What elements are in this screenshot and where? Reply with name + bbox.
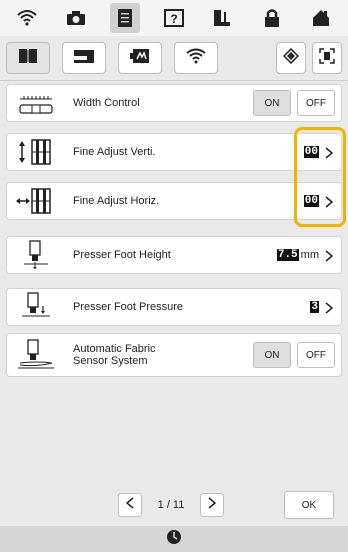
fine-adjust-vertical-icon (13, 137, 59, 167)
row-label: Width Control (73, 97, 140, 109)
width-control-icon (13, 88, 59, 118)
previous-page-button[interactable] (118, 493, 142, 517)
row-label: Presser Foot Pressure (73, 301, 184, 313)
header-divider (0, 80, 348, 81)
sewing-foot-icon[interactable] (208, 3, 238, 33)
row-automatic-fabric-sensor: Automatic Fabric Sensor System ON OFF (6, 333, 342, 377)
tab-sewing[interactable] (62, 42, 106, 74)
chevron-right-icon (208, 496, 217, 514)
width-control-on-button[interactable]: ON (253, 90, 291, 116)
subtabs-right-group (276, 42, 342, 74)
chevron-right-icon[interactable] (323, 248, 335, 264)
row-label: Presser Foot Height (73, 249, 171, 261)
row-fine-adjust-vertical[interactable]: Fine Adjust Verti. 00 (6, 133, 342, 171)
wifi-icon[interactable] (12, 3, 42, 33)
row-width-control: Width Control ON OFF (6, 84, 342, 122)
stitch-pattern-button[interactable] (276, 42, 306, 74)
next-page-button[interactable] (200, 493, 224, 517)
width-control-toggle: ON OFF (247, 90, 335, 116)
top-category-bar: ? (0, 0, 348, 36)
row-fine-adjust-horizontal[interactable]: Fine Adjust Horiz. 00 (6, 182, 342, 220)
tab-network[interactable] (174, 42, 218, 74)
fabric-sensor-icon (13, 339, 59, 370)
width-control-off-button[interactable]: OFF (297, 90, 335, 116)
sewing-machine-icon (73, 48, 95, 69)
wifi-icon (185, 48, 207, 69)
document-icon[interactable] (110, 3, 140, 33)
chevron-right-icon[interactable] (323, 300, 335, 316)
fine-adjust-horizontal-icon (13, 186, 59, 216)
help-icon[interactable]: ? (159, 3, 189, 33)
screen-capture-button[interactable] (312, 42, 342, 74)
page-indicator: 1 / 11 (157, 499, 185, 511)
presser-foot-pressure-value: 3 (310, 301, 319, 313)
highlight-frame (294, 127, 346, 227)
fabric-sensor-off-button[interactable]: OFF (297, 342, 335, 368)
chevron-left-icon (125, 496, 134, 514)
fabric-sensor-toggle: ON OFF (247, 342, 335, 368)
status-bar (0, 526, 348, 552)
fabric-sensor-on-button[interactable]: ON (253, 342, 291, 368)
presser-foot-height-value: 7.5 mm (276, 249, 319, 261)
sewing-clock-icon[interactable] (166, 529, 182, 550)
frame-icon (319, 47, 335, 69)
settings-screen: ? Width Control ON OFF Fine Adjust Verti… (0, 0, 348, 552)
tab-embroidery[interactable] (118, 42, 162, 74)
row-label: Fine Adjust Verti. (73, 146, 156, 158)
svg-text:?: ? (170, 12, 177, 26)
row-presser-foot-pressure[interactable]: Presser Foot Pressure 3 (6, 288, 342, 326)
tab-general[interactable] (6, 42, 50, 74)
pager: 1 / 11 (118, 492, 226, 518)
row-label: Automatic Fabric Sensor System (73, 343, 156, 367)
camera-icon[interactable] (61, 3, 91, 33)
embroidery-frame-icon (129, 48, 151, 69)
diamond-icon (282, 47, 300, 69)
ok-button[interactable]: OK (284, 491, 334, 519)
presser-foot-pressure-icon (13, 292, 59, 322)
book-icon (18, 48, 38, 69)
lock-icon[interactable] (257, 3, 287, 33)
home-icon[interactable] (306, 3, 336, 33)
settings-subtabs (6, 40, 342, 76)
presser-foot-height-icon (13, 240, 59, 270)
row-label: Fine Adjust Horiz. (73, 195, 160, 207)
row-presser-foot-height[interactable]: Presser Foot Height 7.5 mm (6, 236, 342, 274)
